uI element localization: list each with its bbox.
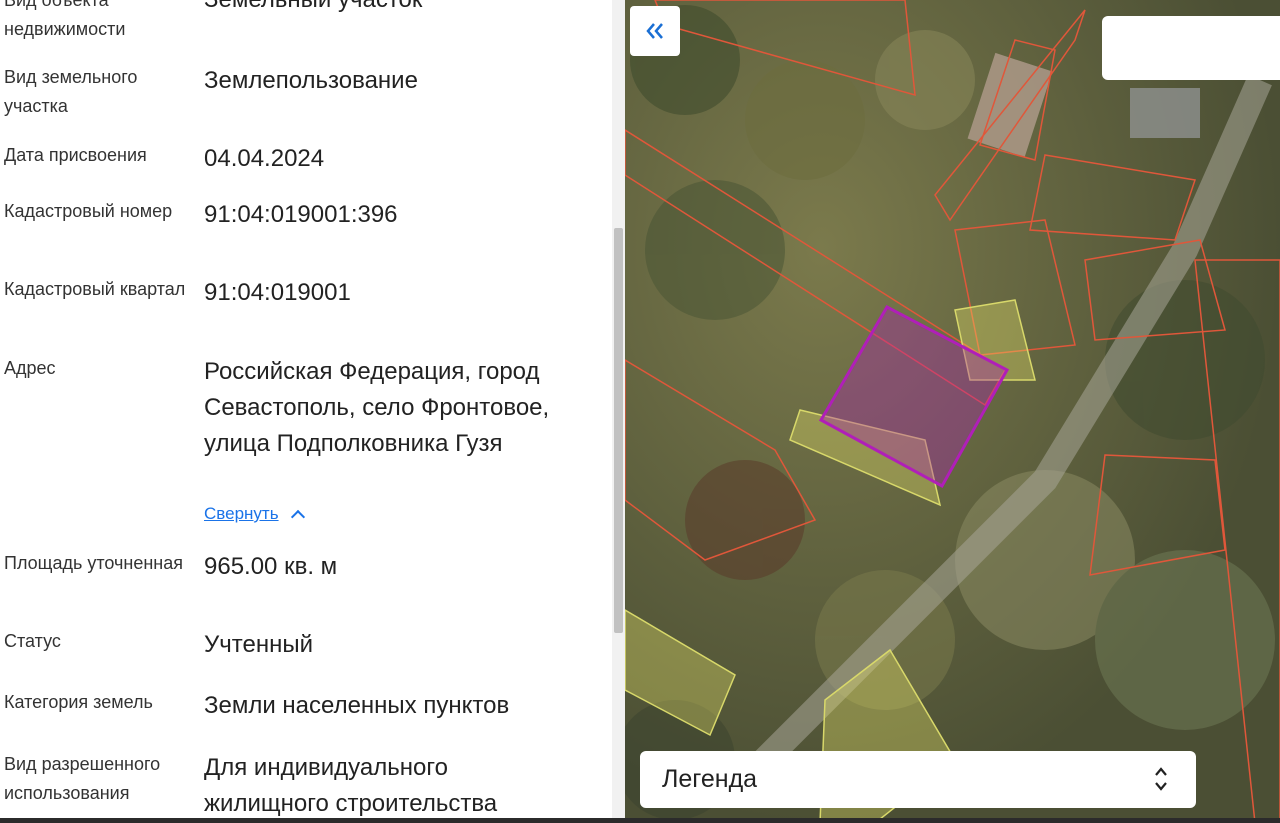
property-label: Вид земельного участка [4,67,138,116]
property-label: Статус [4,631,61,651]
property-row-cadastral-quarter: Кадастровый квартал 91:04:019001 [0,275,600,335]
property-row-permitted-use: Вид разрешенного использования Для индив… [0,750,600,823]
building [1130,88,1200,138]
scrollbar-thumb[interactable] [614,228,623,633]
property-row-land-category: Категория земель Земли населенных пункто… [0,688,600,728]
property-row-assign-date: Дата присвоения 04.04.2024 [0,141,600,181]
property-value: 91:04:019001 [204,279,351,306]
map-canvas[interactable] [625,0,1280,823]
property-row-address: Адрес Российская Федерация, город Севаст… [0,354,600,534]
property-row-object-type: Вид объекта недвижимости Земельный участ… [0,0,600,46]
property-row-land-type: Вид земельного участка Землепользование [0,63,600,123]
property-row-status: Статус Учтенный [0,627,600,667]
property-label: Категория земель [4,692,153,712]
legend-dropdown[interactable]: Легенда [640,751,1196,808]
property-value: Земельный участок [204,0,599,18]
property-row-cadastral-number: Кадастровый номер 91:04:019001:396 [0,197,600,257]
collapse-address-link[interactable]: Свернуть [204,504,305,525]
property-value: Земли населенных пунктов [204,692,510,719]
property-label: Вид разрешенного использования [4,754,161,803]
property-label: Адрес [4,358,56,378]
window-bottom-edge [0,818,1280,823]
property-label: Кадастровый номер [4,201,173,221]
double-chevron-left-icon[interactable] [645,22,665,40]
up-down-chevron-icon[interactable] [1154,765,1168,793]
chevron-up-icon[interactable] [290,509,305,525]
legend-label[interactable]: Легенда [662,765,757,794]
property-label: Площадь уточненная [4,553,183,573]
property-value: 965.00 кв. м [204,553,338,580]
property-value: 91:04:019001:396 [204,201,398,228]
property-details-panel: Вид объекта недвижимости Земельный участ… [0,0,612,823]
property-row-area: Площадь уточненная 965.00 кв. м [0,549,600,609]
property-value: Учтенный [204,631,313,658]
collapse-panel-button[interactable] [630,6,680,56]
satellite-map[interactable] [625,0,1280,823]
collapse-link-label[interactable]: Свернуть [204,504,279,523]
property-label: Кадастровый квартал [4,279,186,299]
address-value: Российская Федерация, город Севастополь,… [204,358,550,457]
property-label: Дата присвоения [4,145,147,165]
panel-scrollbar[interactable] [612,0,625,823]
property-value: 04.04.2024 [204,145,325,172]
map-search-box[interactable] [1102,16,1280,80]
property-value: Для индивидуального жилищного строительс… [204,754,498,817]
property-label: Вид объекта недвижимости [4,0,126,39]
property-value: Землепользование [204,67,418,94]
